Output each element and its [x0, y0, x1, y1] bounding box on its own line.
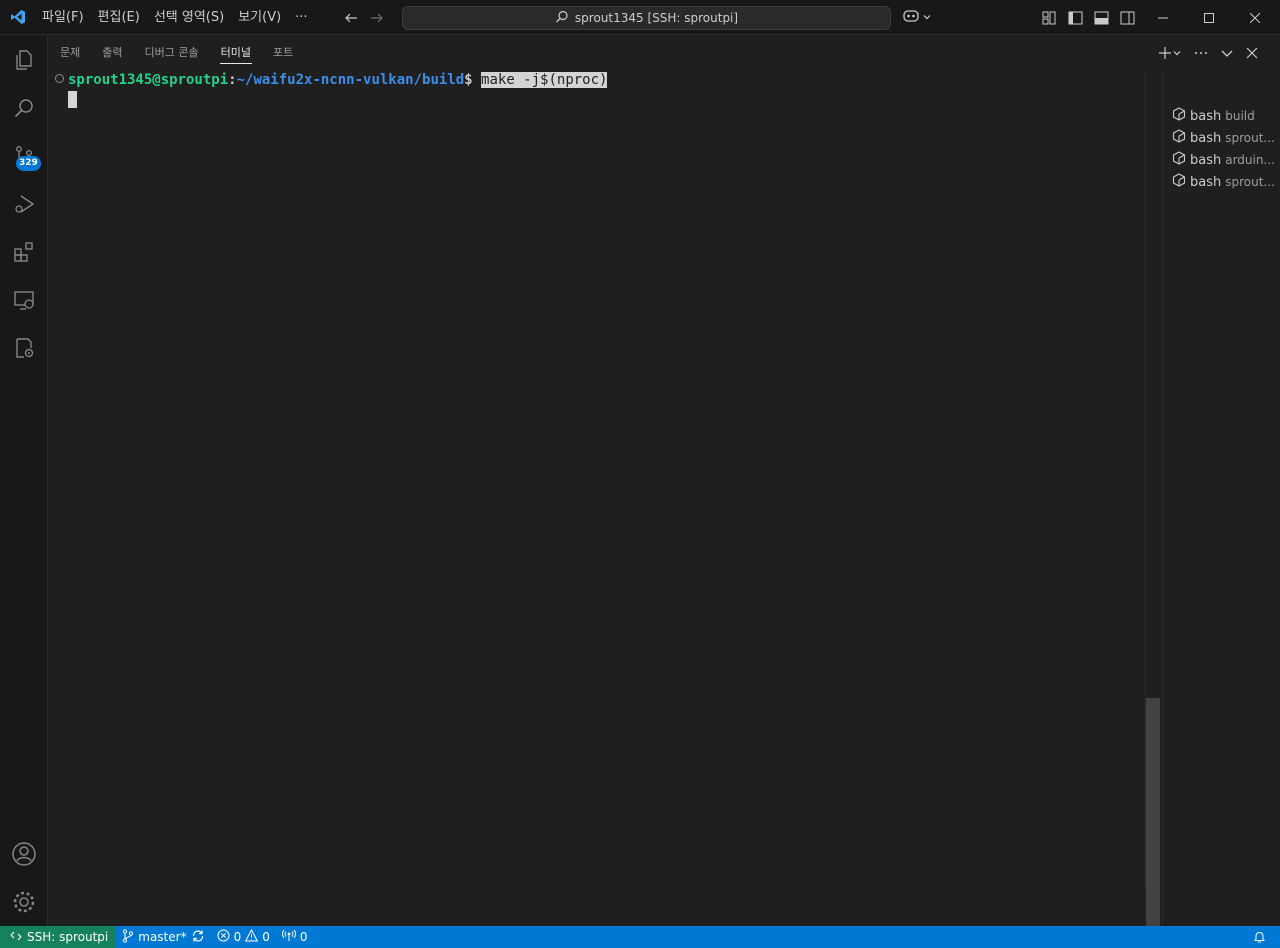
toggle-primary-sidebar-icon[interactable] [1066, 9, 1084, 27]
run-debug-icon[interactable] [0, 180, 48, 228]
prompt-dollar: $ [464, 72, 482, 88]
toggle-secondary-sidebar-icon[interactable] [1118, 9, 1136, 27]
more-actions-icon[interactable] [1194, 46, 1208, 60]
menu-selection[interactable]: 선택 영역(S) [147, 0, 231, 35]
panel-tabs: 문제 출력 디버그 콘솔 터미널 포트 [49, 35, 304, 70]
prompt-user-host: sprout1345@sproutpi [68, 72, 229, 88]
branch-icon [122, 928, 134, 946]
terminal-desc: build [1225, 109, 1255, 123]
tab-debug-console[interactable]: 디버그 콘솔 [134, 35, 210, 70]
menu-file[interactable]: 파일(F) [35, 0, 91, 35]
command-center[interactable]: sprout1345 [SSH: sproutpi] [402, 6, 891, 30]
customize-layout-icon[interactable] [1040, 9, 1058, 27]
ports-indicator[interactable]: 0 [276, 926, 314, 948]
activity-bar: 329 [0, 35, 48, 926]
terminal-tabs-list: bash build bash sprout... bash arduin...… [1162, 70, 1280, 926]
prompt-colon: : [228, 72, 237, 88]
terminal-cursor [68, 91, 77, 108]
close-icon[interactable] [1232, 0, 1278, 35]
maximize-icon[interactable] [1186, 0, 1232, 35]
branch-label: master* [138, 930, 187, 944]
search-icon [555, 10, 569, 27]
notifications-bell-icon[interactable] [1253, 930, 1266, 947]
error-icon [217, 929, 230, 945]
terminal-command: make -j$(nproc) [481, 72, 608, 88]
menu-view[interactable]: 보기(V) [231, 0, 288, 35]
terminal-prompt-line: sprout1345@sproutpi:~/waifu2x-ncnn-vulka… [68, 71, 608, 89]
error-count: 0 [233, 930, 242, 944]
terminal-icon [1172, 129, 1186, 147]
source-control-badge: 329 [16, 156, 41, 171]
terminal-desc: sprout... [1225, 131, 1275, 145]
terminal-view[interactable]: sprout1345@sproutpi:~/waifu2x-ncnn-vulka… [49, 70, 1145, 926]
terminal-icon [1172, 173, 1186, 191]
tab-terminal[interactable]: 터미널 [210, 35, 262, 70]
terminal-panel: 문제 출력 디버그 콘솔 터미널 포트 sprout1345@sproutpi:… [49, 35, 1280, 926]
minimize-icon[interactable] [1140, 0, 1186, 35]
remote-settings-icon[interactable] [0, 324, 48, 372]
ports-count: 0 [299, 930, 308, 944]
terminal-list-item[interactable]: bash sprout... [1172, 171, 1276, 193]
warning-icon [245, 928, 259, 945]
remote-label: SSH: sproutpi [27, 930, 109, 944]
new-terminal-button[interactable] [1158, 46, 1182, 60]
search-icon[interactable] [0, 84, 48, 132]
manage-gear-icon[interactable] [0, 878, 48, 926]
prompt-path: ~/waifu2x-ncnn-vulkan/build [236, 72, 465, 88]
terminal-list-item[interactable]: bash sprout... [1172, 127, 1276, 149]
maximize-panel-icon[interactable] [1220, 46, 1234, 60]
terminal-name: bash [1190, 152, 1222, 168]
remote-icon [10, 930, 22, 945]
account-icon[interactable] [0, 830, 48, 878]
menu-edit[interactable]: 편집(E) [91, 0, 147, 35]
warning-count: 0 [262, 930, 270, 944]
terminal-scroll-thumb[interactable] [1146, 698, 1160, 926]
chevron-down-icon [922, 11, 932, 26]
forward-arrow-icon[interactable] [368, 9, 386, 27]
tab-problems[interactable]: 문제 [49, 35, 91, 70]
vscode-logo-icon [0, 0, 35, 35]
problems-indicator[interactable]: 0 0 [211, 926, 276, 948]
toggle-panel-icon[interactable] [1092, 9, 1110, 27]
copilot-menu-button[interactable] [902, 8, 932, 28]
remote-explorer-icon[interactable] [0, 276, 48, 324]
terminal-desc: arduin... [1225, 153, 1275, 167]
extensions-icon[interactable] [0, 228, 48, 276]
tab-ports[interactable]: 포트 [262, 35, 304, 70]
close-panel-icon[interactable] [1246, 47, 1258, 59]
explorer-icon[interactable] [0, 36, 48, 84]
command-center-label: sprout1345 [SSH: sproutpi] [574, 11, 739, 25]
title-bar: 파일(F) 편집(E) 선택 영역(S) 보기(V) ··· sprout134… [0, 0, 1280, 35]
command-decoration-icon[interactable] [55, 74, 64, 83]
branch-indicator[interactable]: master* [116, 926, 210, 948]
remote-indicator[interactable]: SSH: sproutpi [0, 926, 117, 948]
terminal-list-item[interactable]: bash build [1172, 105, 1276, 127]
terminal-name: bash [1190, 130, 1222, 146]
status-bar: SSH: sproutpi master* 0 0 0 [0, 926, 1280, 948]
sync-icon[interactable] [191, 929, 205, 946]
terminal-icon [1172, 107, 1186, 125]
terminal-desc: sprout... [1225, 175, 1275, 189]
terminal-name: bash [1190, 174, 1222, 190]
broadcast-icon [281, 929, 296, 945]
terminal-list-item[interactable]: bash arduin... [1172, 149, 1276, 171]
menu-more[interactable]: ··· [288, 0, 314, 35]
copilot-icon [902, 8, 920, 28]
terminal-icon [1172, 151, 1186, 169]
menu-bar: 파일(F) 편집(E) 선택 영역(S) 보기(V) ··· [35, 0, 315, 35]
back-arrow-icon[interactable] [342, 9, 360, 27]
tab-output[interactable]: 출력 [91, 35, 133, 70]
plus-icon [1158, 46, 1172, 60]
chevron-down-icon [1172, 48, 1182, 58]
terminal-name: bash [1190, 108, 1222, 124]
